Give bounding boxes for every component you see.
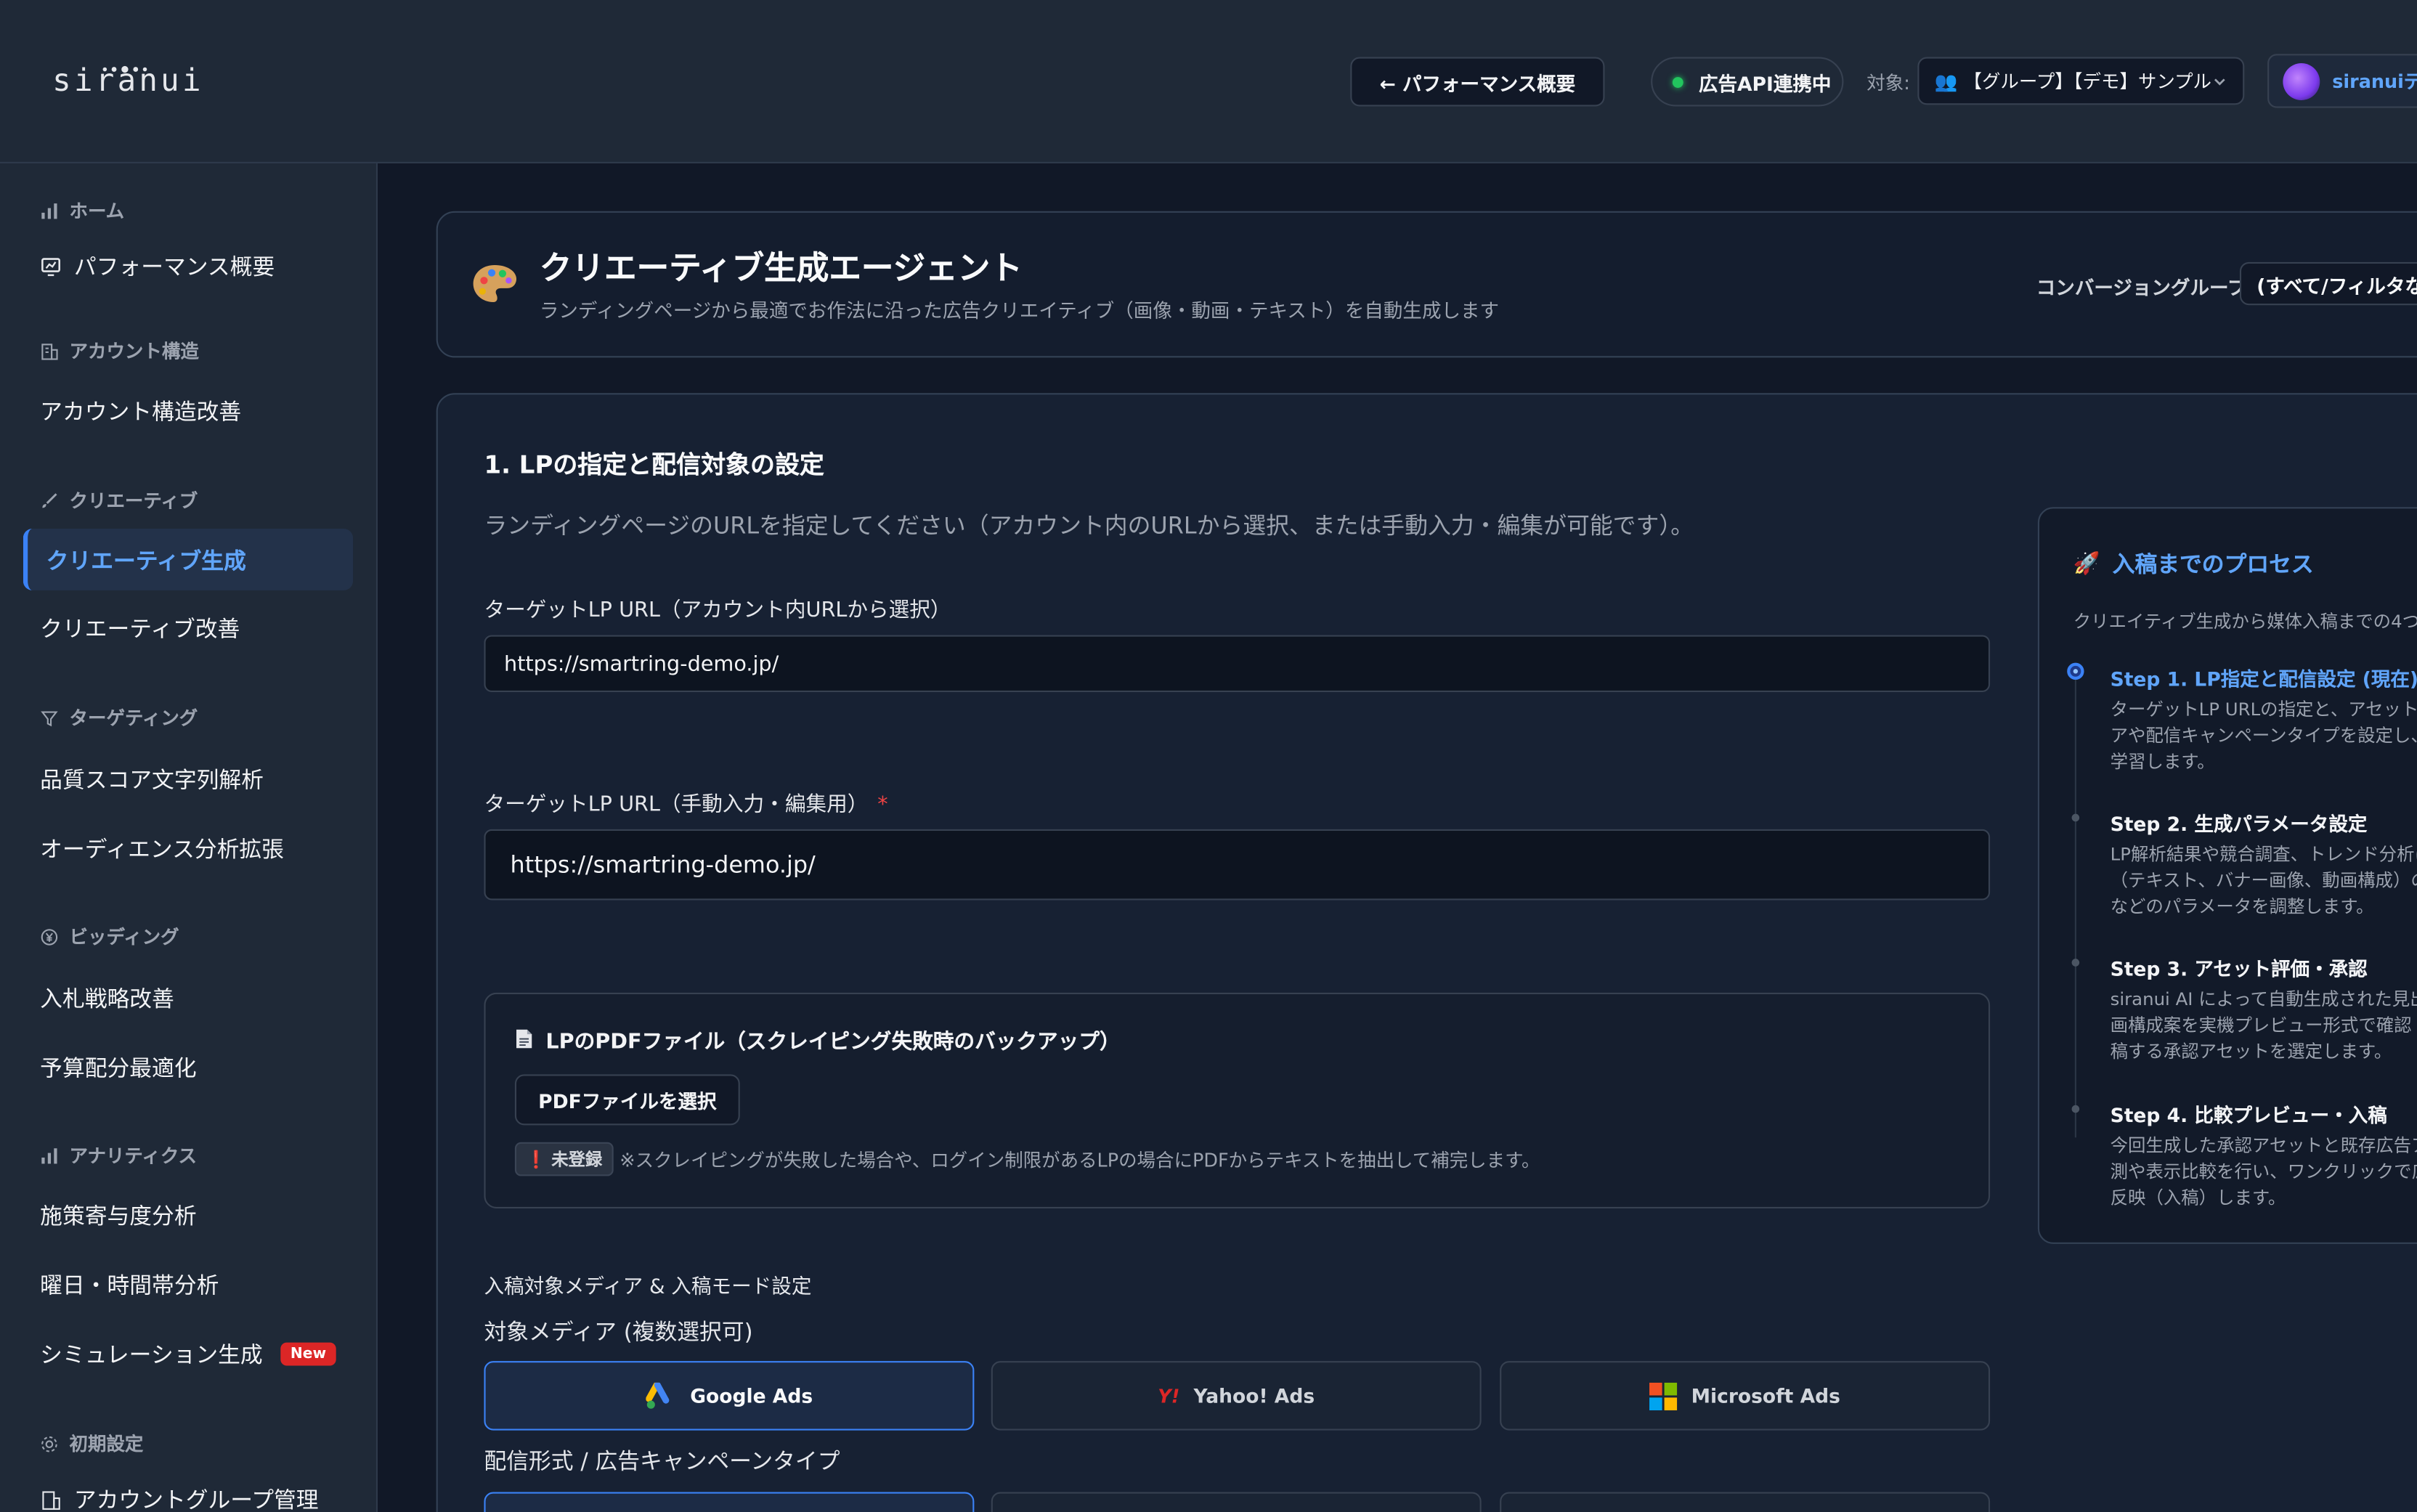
top-header: siranui ← パフォーマンス概要 広告API連携中 対象: 👥 【グループ… <box>0 0 2417 163</box>
logo[interactable]: siranui <box>52 62 204 99</box>
sidebar-section-analytics: アナリティクス <box>40 1142 197 1168</box>
timeline-dot <box>2071 813 2080 822</box>
sidebar-section-account: アカウント構造 <box>40 338 199 364</box>
sidebar-section-settings: 初期設定 <box>40 1431 143 1457</box>
lp-url-manual-label: ターゲットLP URL（手動入力・編集用） * <box>484 792 888 817</box>
user-menu[interactable]: siranuiデモ <box>2267 54 2417 108</box>
page-subtitle: ランディングページから最適でお作法に沿った広告クリエイティブ（画像・動画・テキス… <box>539 298 1500 322</box>
pdf-note: ※スクレイピングが失敗した場合や、ログイン制限があるLPの場合にPDFからテキス… <box>620 1150 1540 1172</box>
section-description: ランディングページのURLを指定してください（アカウント内のURLから選択、また… <box>484 511 1694 540</box>
media-microsoft-ads-button[interactable]: Microsoft Ads <box>1500 1361 1991 1431</box>
required-mark: * <box>877 792 888 817</box>
campaign-type-label: 配信形式 / 広告キャンペーンタイプ <box>484 1450 840 1476</box>
step-description: 今回生成した承認アセットと既存広告ア 測や表示比較を行い、ワンクリックで広 反映（入… <box>2110 1134 2417 1208</box>
step-title: Step 3. アセット評価・承認 <box>2110 957 2368 980</box>
section-title: 1. LPの指定と配信対象の設定 <box>484 450 824 480</box>
sidebar-section-bidding: ビッディング <box>40 923 179 949</box>
avatar <box>2283 62 2320 99</box>
bar-chart-icon <box>41 1147 57 1163</box>
media-label: 対象メディア (複数選択可) <box>484 1320 753 1346</box>
step-description: ターゲットLP URLの指定と、アセット アや配信キャンペーンタイプを設定し、 学習… <box>2110 698 2417 773</box>
app-root: siranui ← パフォーマンス概要 広告API連携中 対象: 👥 【グループ… <box>0 0 2417 1512</box>
target-group-select[interactable]: 👥 【グループ】【デモ】サンプル <box>1917 57 2245 105</box>
sidebar-section-home: ホーム <box>40 198 124 224</box>
target-label: 対象: <box>1866 72 1910 94</box>
microsoft-icon <box>1649 1381 1678 1410</box>
bar-chart-icon <box>41 203 57 219</box>
media-section-label: 入稿対象メディア & 入稿モード設定 <box>484 1276 812 1300</box>
yahoo-icon: Y! <box>1158 1385 1180 1407</box>
yen-icon <box>41 928 58 945</box>
filter-icon <box>41 710 58 726</box>
chevron-down-icon <box>2214 78 2225 85</box>
building-icon <box>41 343 58 359</box>
conversion-group-label: コンバージョングループ: <box>2036 275 2255 299</box>
api-status-badge: 広告API連携中 <box>1651 57 1844 107</box>
pdf-status-badge: ❗ 未登録 <box>514 1142 614 1176</box>
timeline-dot-current <box>2067 662 2084 680</box>
campaign-type-option[interactable] <box>991 1492 1482 1512</box>
lp-url-select-label: ターゲットLP URL（アカウント内URLから選択） <box>484 598 951 623</box>
target-group-value: 👥 【グループ】【デモ】サンプル <box>1934 70 2212 93</box>
sidebar-item-contribution[interactable]: 施策寄与度分析 <box>40 1199 196 1232</box>
sidebar-item-creative-improvement[interactable]: クリエーティブ改善 <box>40 612 240 645</box>
document-icon <box>516 1029 532 1049</box>
pdf-select-button[interactable]: PDFファイルを選択 <box>514 1074 740 1126</box>
timeline-dot <box>2071 959 2080 967</box>
step-description: LP解析結果や競合調査、トレンド分析に （テキスト、バナー画像、動画構成）の などの… <box>2110 842 2417 917</box>
sidebar-item-simulation[interactable]: シミュレーション生成 New <box>40 1338 336 1370</box>
sidebar-item-dayparting[interactable]: 曜日・時間帯分析 <box>40 1269 219 1301</box>
sidebar-item-budget[interactable]: 予算配分最適化 <box>40 1052 196 1084</box>
media-google-ads-button[interactable]: Google Ads <box>484 1361 975 1431</box>
process-subtitle: クリエイティブ生成から媒体入稿までの4つ <box>2073 610 2417 633</box>
process-title: 🚀 入稿までのプロセス <box>2073 550 2314 578</box>
lp-url-select[interactable]: https://smartring-demo.jp/ <box>484 635 1991 692</box>
sidebar-item-creative-generation[interactable]: クリエーティブ生成 <box>23 529 354 590</box>
google-ads-icon <box>645 1381 669 1408</box>
sidebar-item-bid-strategy[interactable]: 入札戦略改善 <box>40 982 174 1015</box>
step-description: siranui AI によって自動生成された見出 画構成案を実機プレビュー形式で確… <box>2110 988 2417 1062</box>
page-title: クリエーティブ生成エージェント <box>539 249 1023 287</box>
campaign-type-option[interactable] <box>1500 1492 1991 1512</box>
user-name: siranuiデモ <box>2332 70 2417 93</box>
sidebar-item-account-group[interactable]: アカウントグループ管理 <box>40 1483 319 1512</box>
sidebar-item-performance[interactable]: パフォーマンス概要 <box>40 250 275 283</box>
status-dot-icon <box>1672 76 1683 87</box>
lp-url-manual-input[interactable]: https://smartring-demo.jp/ <box>484 829 1991 901</box>
api-status-text: 広告API連携中 <box>1698 71 1832 95</box>
palette-icon <box>473 265 517 302</box>
timeline-dot <box>2071 1105 2080 1113</box>
media-yahoo-ads-button[interactable]: Y! Yahoo! Ads <box>991 1361 1482 1431</box>
sidebar-item-account-structure[interactable]: アカウント構造改善 <box>40 394 241 427</box>
sidebar-item-audience[interactable]: オーディエンス分析拡張 <box>40 832 284 865</box>
sidebar-section-creative: クリエーティブ <box>40 487 198 513</box>
step-title: Step 1. LP指定と配信設定 (現在) <box>2110 667 2417 691</box>
building-icon <box>42 1490 60 1509</box>
step-title: Step 2. 生成パラメータ設定 <box>2110 812 2368 836</box>
gear-icon <box>41 1435 57 1452</box>
sidebar-item-quality-score[interactable]: 品質スコア文字列解析 <box>40 763 264 796</box>
step-title: Step 4. 比較プレビュー・入稿 <box>2110 1103 2387 1127</box>
new-badge: New <box>281 1342 336 1366</box>
sidebar-section-targeting: ターゲティング <box>40 704 198 731</box>
conversion-group-select[interactable]: (すべて/フィルタなし) <box>2239 261 2417 306</box>
pdf-upload-title: LPのPDFファイル（スクレイピング失敗時のバックアップ） <box>515 1023 1121 1054</box>
monitor-chart-icon <box>41 257 60 276</box>
campaign-type-option[interactable] <box>484 1492 975 1512</box>
timeline-line <box>2074 675 2076 1138</box>
brush-icon <box>42 492 57 508</box>
alert-icon: ❗ <box>525 1149 547 1169</box>
back-to-performance-button[interactable]: ← パフォーマンス概要 <box>1350 57 1605 107</box>
rocket-icon: 🚀 <box>2073 550 2100 576</box>
